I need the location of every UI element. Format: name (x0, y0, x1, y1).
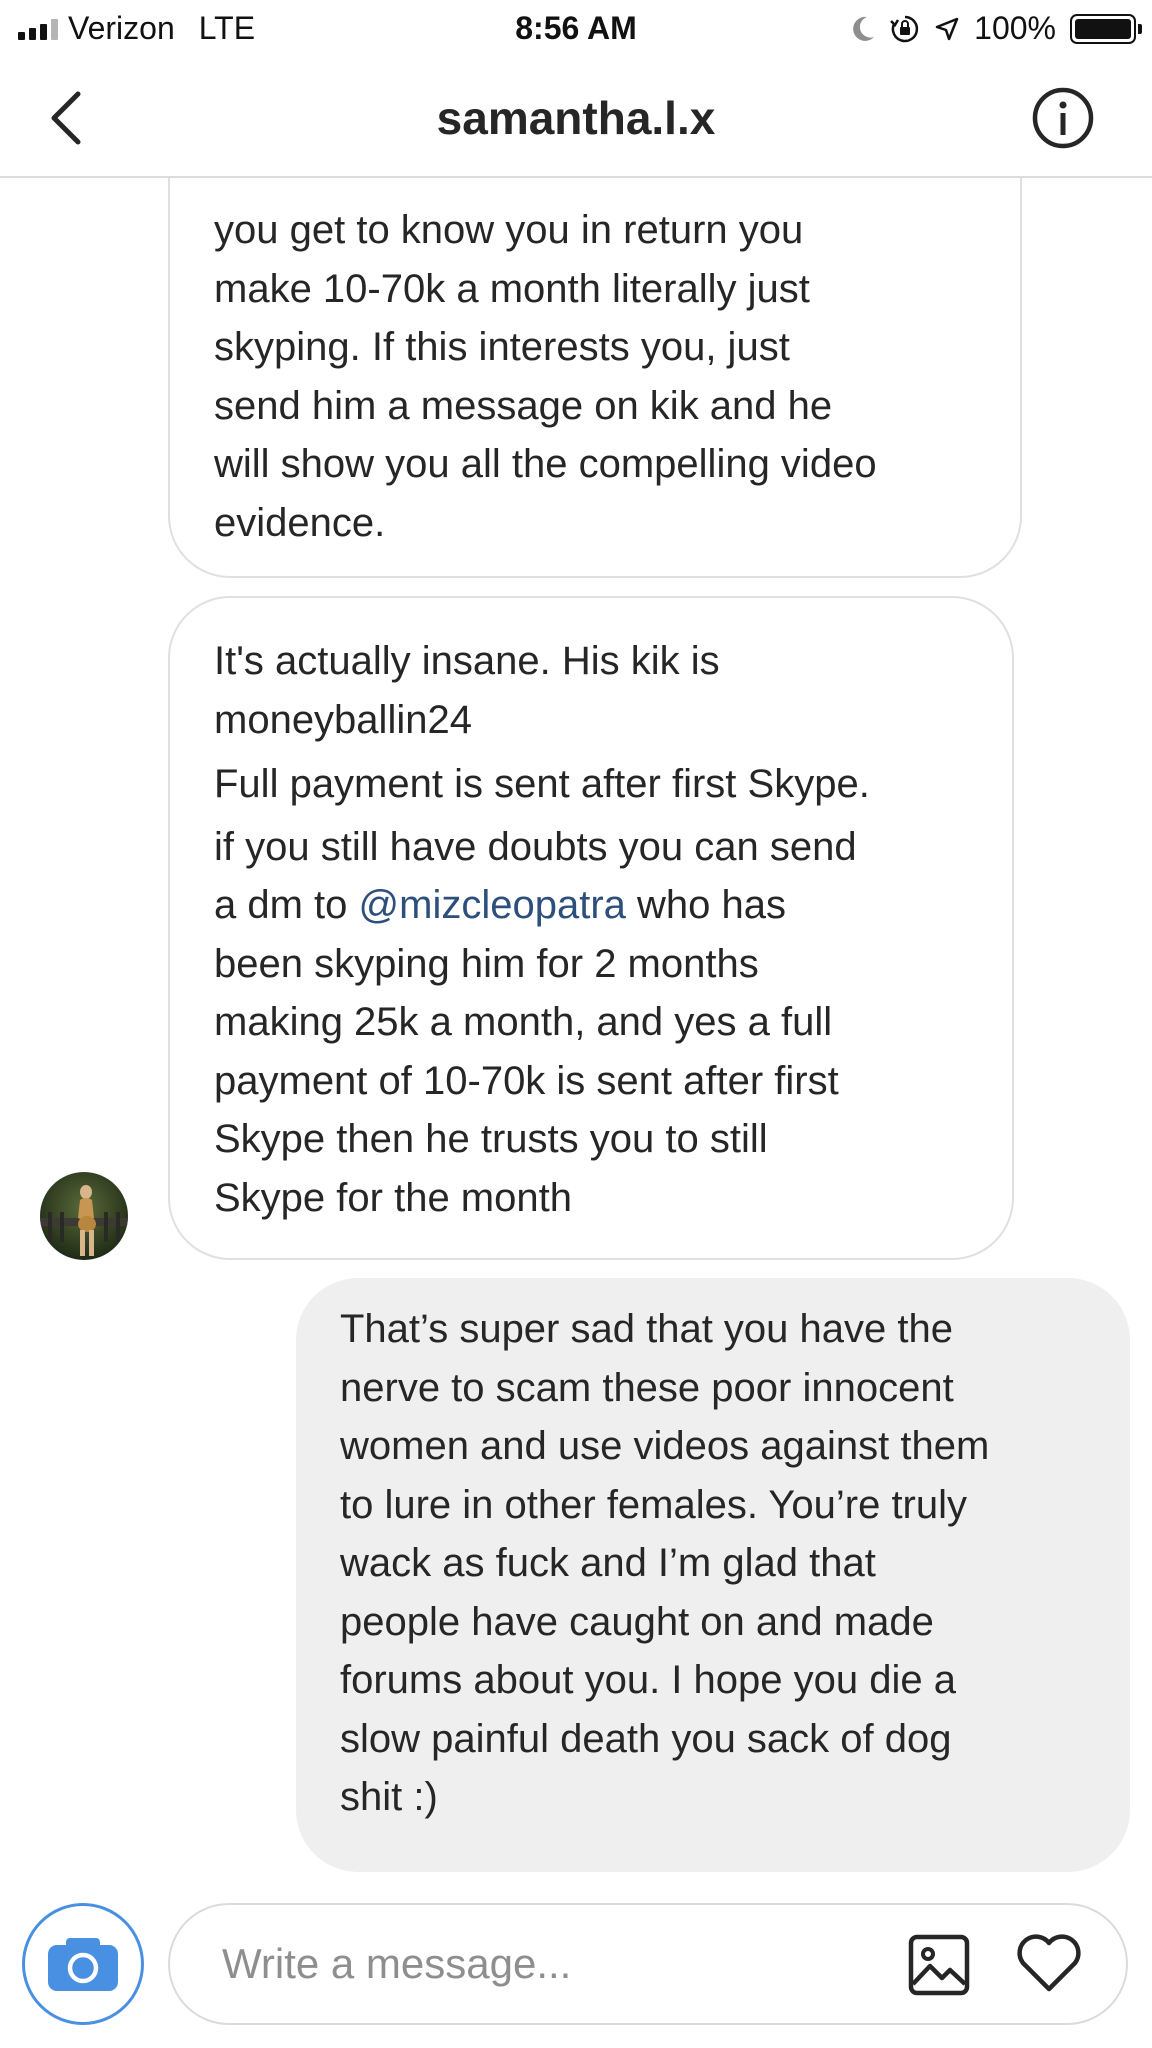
location-icon (935, 17, 959, 40)
battery-fill (1075, 18, 1131, 39)
camera-button[interactable] (22, 1903, 144, 2025)
message-line: women and use videos against them (340, 1424, 990, 1468)
message-line: you get to know you in return you (214, 208, 804, 252)
status-right: 100% (850, 10, 1142, 47)
message-line: It's actually insane. His kik is (214, 639, 720, 683)
message-line: to lure in other females. You’re truly (340, 1482, 968, 1527)
message-line-with-mention: a dm to @mizcleopatra who has (214, 876, 982, 935)
message-text: a dm to (214, 883, 359, 927)
message-line: nerve to scam these poor innocent (340, 1365, 954, 1410)
outgoing-message-bubble[interactable]: That’s super sad that you have the nerve… (296, 1278, 1130, 1872)
message-line: make 10-70k a month literally just (214, 266, 810, 311)
message-line: evidence. (214, 500, 386, 545)
contact-avatar[interactable] (40, 1172, 128, 1260)
message-line: payment of 10-70k is sent after first (214, 1058, 839, 1103)
heart-icon[interactable] (1015, 1931, 1083, 1995)
status-bar: Verizon LTE 8:56 AM 100% (0, 0, 1152, 58)
info-icon[interactable] (1031, 86, 1095, 150)
message-line: wack as fuck and I’m glad that (340, 1541, 876, 1585)
camera-button-inner (28, 1909, 138, 2019)
message-line: will show you all the compelling video (214, 442, 877, 486)
instagram-direct-thread: Verizon LTE 8:56 AM 100% samantha.l.x yo… (0, 0, 1152, 2048)
message-line: people have caught on and made (340, 1599, 934, 1644)
message-line: Full payment is sent after first Skype. (214, 762, 870, 806)
message-line: if you still have doubts you can send (214, 824, 857, 869)
message-line: That’s super sad that you have the (340, 1307, 953, 1351)
user-mention-link[interactable]: @mizcleopatra (359, 883, 626, 927)
message-line: shit :) (340, 1775, 438, 1819)
message-line: slow painful death you sack of dog (340, 1716, 952, 1761)
message-input[interactable]: Write a message... (168, 1903, 1128, 2025)
message-line: been skyping him for 2 months (214, 941, 759, 986)
message-line: skyping. If this interests you, just (214, 325, 790, 369)
battery-percent: 100% (974, 10, 1056, 46)
battery-icon (1070, 13, 1142, 44)
message-line: Skype then he trusts you to still (214, 1117, 768, 1161)
gallery-icon[interactable] (908, 1934, 970, 1996)
incoming-message-bubble[interactable]: you get to know you in return you make 1… (168, 178, 1022, 578)
message-list[interactable]: you get to know you in return you make 1… (0, 178, 1152, 1878)
moon-icon (853, 16, 875, 41)
back-chevron-icon[interactable] (38, 86, 98, 150)
message-line: forums about you. I hope you die a (340, 1658, 956, 1702)
message-line: moneyballin24 (214, 697, 472, 742)
message-composer: Write a message... (0, 1878, 1152, 2048)
camera-icon (48, 1938, 118, 1991)
message-line: Skype for the month (214, 1175, 572, 1220)
message-text: who has (625, 883, 786, 927)
message-line: making 25k a month, and yes a full (214, 1000, 833, 1044)
incoming-message-bubble[interactable]: It's actually insane. His kik is moneyba… (168, 596, 1014, 1260)
thread-header: samantha.l.x (0, 58, 1152, 178)
thread-title[interactable]: samantha.l.x (0, 58, 1152, 178)
avatar-photo (40, 1172, 128, 1260)
message-line: send him a message on kik and he (214, 383, 833, 428)
message-input-placeholder: Write a message... (222, 1940, 572, 1987)
orientation-lock-icon (890, 15, 919, 42)
